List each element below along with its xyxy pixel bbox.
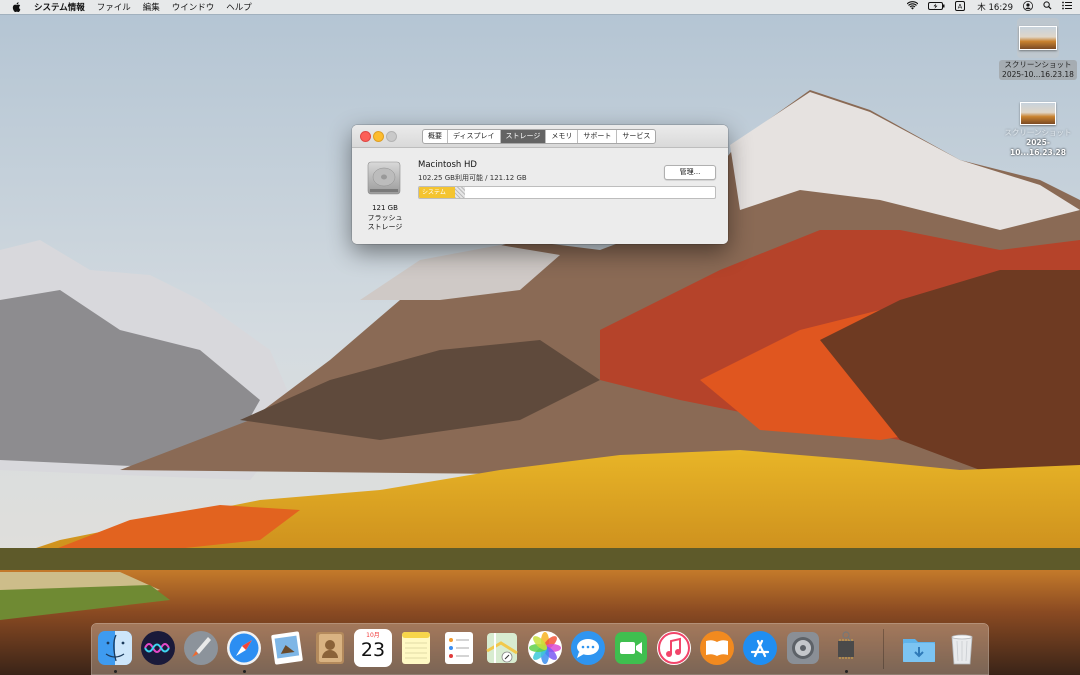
svg-text:A: A: [958, 2, 963, 10]
launchpad-icon[interactable]: [182, 629, 220, 667]
disk-type-line2: ストレージ: [367, 223, 403, 231]
disk-capacity: 121 GB: [372, 204, 398, 212]
tab-service[interactable]: サービス: [617, 130, 655, 143]
storage-usage-bar[interactable]: システム: [418, 186, 716, 199]
file-name-line2: 2025-10...16.23.18: [1002, 70, 1074, 79]
app-store-icon[interactable]: [741, 629, 779, 667]
safari-icon[interactable]: [225, 629, 263, 667]
messages-icon[interactable]: [569, 629, 607, 667]
system-preferences-icon[interactable]: [784, 629, 822, 667]
input-menu-icon[interactable]: A: [955, 0, 966, 14]
system-information-running-indicator: [845, 670, 848, 673]
disk-name: Macintosh HD: [418, 160, 477, 170]
wifi-icon[interactable]: [906, 1, 919, 13]
notes-icon[interactable]: [397, 629, 435, 667]
notification-center-icon[interactable]: [1062, 1, 1072, 13]
spotlight-search-icon[interactable]: [1043, 1, 1052, 13]
user-account-icon[interactable]: [1023, 0, 1033, 14]
maps-icon[interactable]: [483, 629, 521, 667]
facetime-icon[interactable]: [612, 629, 650, 667]
desktop-file-label: スクリーンショット 2025-10...16.23.18: [999, 60, 1077, 80]
calendar-month: 10月: [366, 632, 380, 639]
dock-separator: [883, 629, 884, 669]
tab-support[interactable]: サポート: [578, 130, 618, 143]
zoom-button: [386, 131, 397, 142]
tab-storage[interactable]: ストレージ: [500, 130, 547, 143]
desktop-wallpaper: [0, 0, 1080, 675]
trash-icon[interactable]: [943, 629, 981, 667]
calendar-icon[interactable]: 10月 23: [354, 629, 392, 667]
dock: 10月 23: [91, 623, 989, 675]
tab-displays[interactable]: ディスプレイ: [448, 130, 501, 143]
tab-overview[interactable]: 概要: [423, 130, 448, 143]
contacts-icon[interactable]: [311, 629, 349, 667]
downloads-folder-icon[interactable]: [900, 629, 938, 667]
photos-icon[interactable]: [526, 629, 564, 667]
siri-icon[interactable]: [139, 629, 177, 667]
disk-caption: 121 GB フラッシュ ストレージ: [360, 204, 410, 233]
segmented-tab-control: 概要 ディスプレイ ストレージ メモリ サポート サービス: [422, 129, 657, 144]
screenshot-thumbnail-icon: [1017, 18, 1059, 58]
finder-icon[interactable]: [96, 629, 134, 667]
music-icon[interactable]: [655, 629, 693, 667]
tab-memory[interactable]: メモリ: [546, 130, 579, 143]
storage-pane: 121 GB フラッシュ ストレージ Macintosh HD 102.25 G…: [352, 148, 728, 244]
hard-drive-icon: [367, 161, 401, 195]
finder-running-indicator: [114, 670, 117, 673]
menu-file[interactable]: ファイル: [97, 1, 131, 13]
apple-menu-icon[interactable]: [12, 2, 24, 12]
menu-window[interactable]: ウインドウ: [172, 1, 215, 13]
desktop-file-label: スクリーンショット 2025-10...16.23.28: [998, 128, 1078, 158]
manage-button[interactable]: 管理...: [664, 165, 716, 180]
menu-clock[interactable]: 木 16:29: [977, 1, 1013, 13]
file-name-line2: 2025-10...16.23.28: [1010, 138, 1066, 157]
system-information-window: 概要 ディスプレイ ストレージ メモリ サポート サービス 121 GB フラッ…: [352, 125, 728, 244]
close-button[interactable]: [360, 131, 371, 142]
menu-edit[interactable]: 編集: [143, 1, 160, 13]
storage-segment-system[interactable]: システム: [419, 187, 455, 198]
battery-icon[interactable]: [928, 1, 945, 13]
app-menu[interactable]: システム情報: [34, 1, 85, 13]
reminders-icon[interactable]: [440, 629, 478, 667]
safari-running-indicator: [243, 670, 246, 673]
storage-segment-other[interactable]: [455, 187, 465, 198]
desktop-screenshot-file[interactable]: スクリーンショット 2025-10...16.23.18: [998, 18, 1078, 80]
minimize-button[interactable]: [373, 131, 384, 142]
disk-available-space: 102.25 GB利用可能 / 121.12 GB: [418, 174, 527, 182]
screenshot-thumbnail-icon: [998, 100, 1078, 126]
window-titlebar[interactable]: 概要 ディスプレイ ストレージ メモリ サポート サービス: [352, 125, 728, 148]
preview-icon[interactable]: [268, 629, 306, 667]
menu-help[interactable]: ヘルプ: [226, 1, 252, 13]
disk-type-line1: フラッシュ: [367, 213, 403, 222]
desktop-screenshot-file[interactable]: スクリーンショット 2025-10...16.23.28: [998, 100, 1078, 158]
books-icon[interactable]: [698, 629, 736, 667]
system-information-icon[interactable]: [827, 629, 865, 667]
file-name-line1: スクリーンショット: [1004, 60, 1072, 69]
calendar-day: 23: [360, 639, 386, 661]
file-name-line1: スクリーンショット: [1004, 128, 1072, 137]
menu-bar: システム情報 ファイル 編集 ウインドウ ヘルプ A 木 16:29: [0, 0, 1080, 14]
